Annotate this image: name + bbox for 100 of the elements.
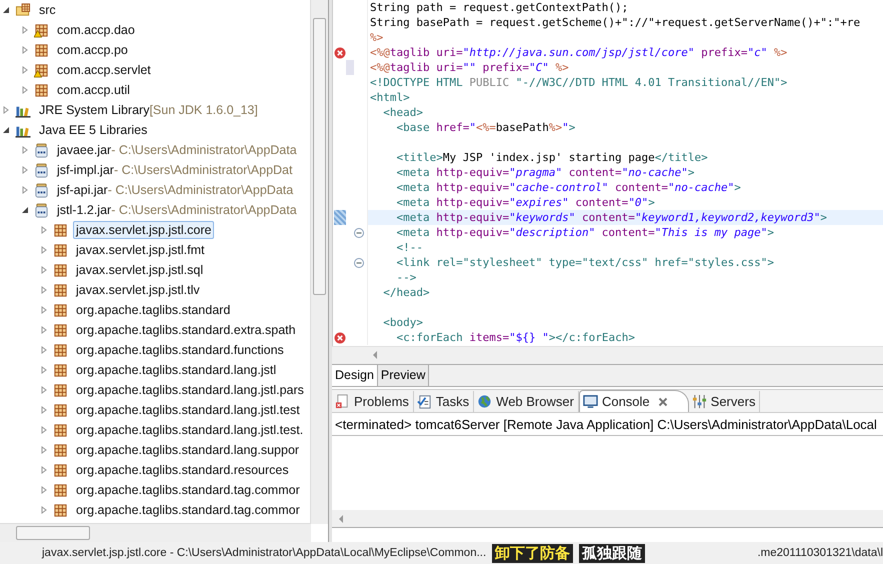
tree-item[interactable]: jsf-impl.jar- C:\Users\Administrator\AppDat (54, 161, 296, 179)
status-text: .me201110301321\data\l (757, 547, 883, 559)
expand-arrow-icon[interactable] (2, 6, 10, 14)
tree-item[interactable]: javax.servlet.jsp.jstl.fmt (73, 241, 208, 259)
source-folder-icon (15, 2, 31, 18)
tree-item[interactable]: javax.servlet.jsp.jstl.core (73, 221, 214, 239)
code-line: <meta http-equiv="description" content="This is my page"> (395, 226, 774, 239)
code-line: <meta http-equiv="keywords" content="keyword1,keyword2,keyword3"> (395, 211, 827, 224)
code-line: %> (369, 31, 384, 44)
tree-item[interactable]: org.apache.taglibs.standard.lang.jstl.test. (73, 421, 306, 439)
subtitle-text: 孤独跟随 (579, 544, 646, 562)
tree-item[interactable]: com.accp.util (54, 81, 133, 99)
code-line: String basePath = request.getScheme()+"://"+request.getServerName()+":"+re (369, 16, 860, 29)
scroll-left-icon[interactable] (338, 514, 344, 522)
editor-tab[interactable]: Design (332, 364, 378, 386)
tab-label: Console (602, 394, 650, 409)
code-line: <link rel="stylesheet" type="text/css" href="styles.css"> (395, 256, 774, 269)
monitor-icon (582, 394, 598, 409)
code-line: <c:forEach items="${} "></c:forEach> (395, 331, 635, 344)
package-icon (34, 82, 49, 98)
collapse-icon[interactable] (354, 228, 364, 238)
package-icon (53, 302, 68, 318)
package-icon (53, 422, 68, 438)
package-warning-icon (34, 22, 49, 38)
jar-icon (34, 142, 49, 158)
tree-item[interactable]: org.apache.taglibs.standard.functions (73, 341, 287, 359)
problems-icon (335, 394, 350, 409)
code-line: String path = request.getContextPath(); (369, 1, 628, 14)
tree-item[interactable]: com.accp.dao (54, 21, 138, 39)
collapse-icon[interactable] (354, 258, 364, 268)
package-icon (53, 342, 68, 358)
tree-item[interactable]: com.accp.servlet (54, 61, 154, 79)
close-icon[interactable] (658, 396, 668, 406)
tree-item[interactable]: javax.servlet.jsp.jstl.tlv (73, 281, 203, 299)
subtitle-text: 卸下了防备 (492, 544, 574, 562)
code-line: <base href="<%=basePath%>"> (395, 121, 576, 134)
tree-item[interactable]: org.apache.taglibs.standard.tag.commor (73, 501, 303, 519)
package-icon (53, 262, 68, 278)
tree-item[interactable]: org.apache.taglibs.standard.lang.jstl (73, 361, 280, 379)
tab-label: Servers (710, 394, 756, 409)
jar-icon (34, 182, 49, 198)
clipboard-icon (416, 394, 432, 409)
tree-item[interactable]: org.apache.taglibs.standard.lang.jstl.pars (73, 381, 307, 399)
expand-arrow-icon[interactable] (21, 206, 29, 214)
code-line: </head> (382, 286, 430, 299)
jar-icon (34, 162, 49, 178)
tree-item[interactable]: src (36, 1, 59, 19)
package-icon (53, 242, 68, 258)
view-tab[interactable]: Problems (332, 391, 414, 412)
code-line: <meta http-equiv="expires" content="0"> (395, 196, 655, 209)
horizontal-scrollbar[interactable] (332, 510, 883, 528)
code-line: <meta http-equiv="pragma" content="no-cache"> (395, 166, 695, 179)
tree-item[interactable]: com.accp.po (54, 41, 131, 59)
code-line: <%@taglib uri="" prefix="C" %> (369, 61, 569, 74)
package-icon (53, 402, 68, 418)
code-line: <body> (382, 316, 423, 329)
tree-item[interactable]: Java EE 5 Libraries (36, 121, 150, 139)
globe-icon (477, 394, 492, 409)
package-icon (53, 462, 68, 478)
view-tab[interactable]: Web Browser (474, 391, 579, 412)
tree-item[interactable]: JRE System Library[Sun JDK 1.6.0_13] (36, 101, 261, 119)
package-icon (53, 482, 68, 498)
code-line: --> (395, 271, 416, 284)
sliders-icon (692, 394, 707, 409)
package-icon (53, 222, 68, 238)
package-warning-icon (34, 62, 49, 78)
expand-arrow-icon[interactable] (2, 126, 10, 134)
package-icon (53, 442, 68, 458)
scroll-left-icon[interactable] (372, 351, 378, 360)
code-line: <meta http-equiv="cache-control" content="no-cache"> (395, 181, 741, 194)
tree-item[interactable]: org.apache.taglibs.standard.tag.commor (73, 481, 303, 499)
package-icon (53, 362, 68, 378)
code-line: <html> (369, 91, 410, 104)
code-line: <head> (382, 106, 423, 119)
code-line: <%@taglib uri="http://java.sun.com/jsp/jstl/core" prefix="c" %> (369, 46, 788, 59)
tree-item[interactable]: org.apache.taglibs.standard (73, 301, 234, 319)
tree-item[interactable]: org.apache.taglibs.standard.resources (73, 461, 292, 479)
tab-label: Tasks (436, 394, 470, 409)
code-line: <title>My JSP 'index.jsp' starting page</title> (395, 151, 708, 164)
tree-item[interactable]: org.apache.taglibs.standard.extra.spath (73, 321, 299, 339)
view-tab[interactable]: Console (578, 390, 689, 412)
tab-label: Web Browser (496, 394, 574, 409)
editor-tab[interactable]: Preview (378, 364, 430, 386)
package-icon (53, 322, 68, 338)
tree-item[interactable]: javaee.jar- C:\Users\Administrator\AppData (54, 141, 300, 159)
package-icon (53, 282, 68, 298)
tree-item[interactable]: javax.servlet.jsp.jstl.sql (73, 261, 206, 279)
status-text: javax.servlet.jsp.jstl.core - C:\Users\Administrator\AppData\Local\MyEclipse\Common... (42, 547, 486, 559)
vertical-scrollbar[interactable] (310, 0, 328, 524)
package-icon (34, 42, 49, 58)
view-tab[interactable]: Servers (688, 391, 760, 412)
tree-item[interactable]: jsf-api.jar- C:\Users\Administrator\AppData (54, 181, 296, 199)
tree-item[interactable]: jstl-1.2.jar- C:\Users\Administrator\AppData (54, 201, 300, 219)
code-line: <!-- (395, 241, 423, 254)
jar-icon (34, 202, 49, 218)
package-icon (53, 382, 68, 398)
tree-item[interactable]: org.apache.taglibs.standard.lang.jstl.test (73, 401, 303, 419)
view-tab[interactable]: Tasks (414, 391, 474, 412)
package-icon (53, 502, 68, 518)
tree-item[interactable]: org.apache.taglibs.standard.lang.suppor (73, 441, 302, 459)
